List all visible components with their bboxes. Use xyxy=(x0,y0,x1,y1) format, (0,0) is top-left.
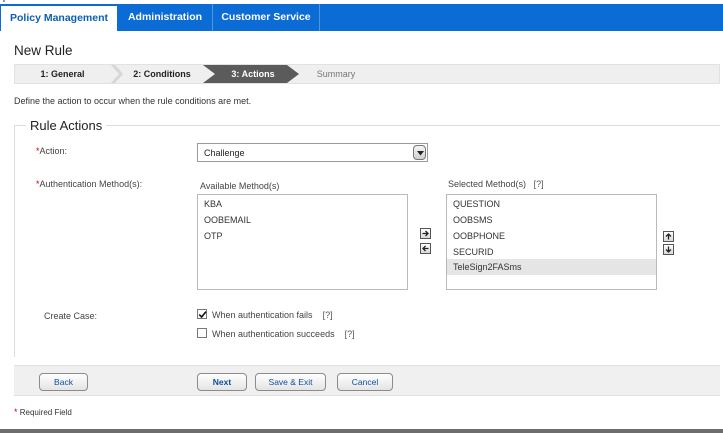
selected-methods-list[interactable]: QUESTION OOBSMS OOBPHONE SECURID TeleSig… xyxy=(446,194,657,290)
case-on-fail-help[interactable]: [?] xyxy=(323,310,333,320)
create-case-label: Create Case: xyxy=(44,311,98,321)
fieldset-legend: Rule Actions xyxy=(26,118,107,133)
list-item[interactable]: KBA xyxy=(198,196,407,212)
action-label-text: Action: xyxy=(39,146,68,156)
cancel-button[interactable]: Cancel xyxy=(337,373,393,391)
action-select[interactable]: Challenge xyxy=(197,143,428,162)
action-bar: Back Next Save & Exit Cancel xyxy=(14,365,720,396)
next-button[interactable]: Next xyxy=(197,373,247,391)
tab-policy-management[interactable]: Policy Management xyxy=(0,4,117,31)
case-on-fail-checkbox[interactable] xyxy=(197,309,207,319)
selected-methods-label: Selected Method(s) [?] xyxy=(448,179,544,189)
move-up-button[interactable] xyxy=(663,231,674,242)
wizard-steps: 1: General 2: Conditions 3: Actions Summ… xyxy=(14,64,720,84)
action-select-dropdown[interactable] xyxy=(413,145,426,160)
step-summary: Summary xyxy=(316,69,356,79)
required-field-text: Required Field xyxy=(19,408,72,417)
tab-administration[interactable]: Administration xyxy=(118,4,212,31)
move-right-button[interactable] xyxy=(420,228,431,239)
tab-customer-service[interactable]: Customer Service xyxy=(213,4,319,31)
available-methods-list[interactable]: KBA OOBEMAIL OTP xyxy=(197,194,408,290)
auth-methods-label: *Authentication Method(s): xyxy=(36,179,142,189)
case-on-fail-label: When authentication fails [?] xyxy=(212,310,333,320)
case-on-success-label: When authentication succeeds [?] xyxy=(212,329,355,339)
save-exit-button[interactable]: Save & Exit xyxy=(255,373,326,391)
top-navigation: Policy Management Administration Custome… xyxy=(0,4,723,31)
action-select-value: Challenge xyxy=(204,148,245,158)
back-button[interactable]: Back xyxy=(39,373,88,391)
arrow-up-icon xyxy=(665,233,672,240)
case-on-success-checkbox[interactable] xyxy=(197,328,207,338)
check-icon xyxy=(198,311,207,319)
case-on-success-help[interactable]: [?] xyxy=(345,329,355,339)
selected-methods-label-text: Selected Method(s) xyxy=(448,179,527,189)
list-item[interactable]: OTP xyxy=(198,228,407,244)
required-field-note: * Required Field xyxy=(14,407,72,417)
available-methods-label: Available Method(s) xyxy=(200,181,280,191)
corner-marker xyxy=(3,0,5,2)
required-marker: * xyxy=(14,407,18,417)
case-on-fail-text: When authentication fails xyxy=(212,310,313,320)
move-down-button[interactable] xyxy=(663,244,674,255)
list-item-selected[interactable]: TeleSign2FASms xyxy=(447,259,656,275)
move-left-button[interactable] xyxy=(420,243,431,254)
step-conditions[interactable]: 2: Conditions xyxy=(119,65,205,83)
list-item[interactable]: QUESTION xyxy=(447,196,656,212)
case-on-success-text: When authentication succeeds xyxy=(212,329,335,339)
arrow-right-icon xyxy=(422,230,429,237)
bottom-border xyxy=(0,429,723,433)
step-actions: 3: Actions xyxy=(231,69,275,79)
list-item[interactable]: OOBSMS xyxy=(447,212,656,228)
list-item[interactable]: OOBPHONE xyxy=(447,228,656,244)
action-label: *Action: xyxy=(36,146,67,156)
list-item[interactable]: SECURID xyxy=(447,244,656,260)
instruction-text: Define the action to occur when the rule… xyxy=(14,96,252,106)
page-title: New Rule xyxy=(14,43,73,58)
auth-methods-label-text: Authentication Method(s): xyxy=(39,179,143,189)
arrow-down-icon xyxy=(665,246,672,253)
list-item[interactable]: OOBEMAIL xyxy=(198,212,407,228)
step-general[interactable]: 1: General xyxy=(15,65,110,83)
tab-separator xyxy=(319,4,320,31)
chevron-down-icon xyxy=(417,151,424,156)
arrow-left-icon xyxy=(422,245,429,252)
selected-methods-help[interactable]: [?] xyxy=(534,179,544,189)
